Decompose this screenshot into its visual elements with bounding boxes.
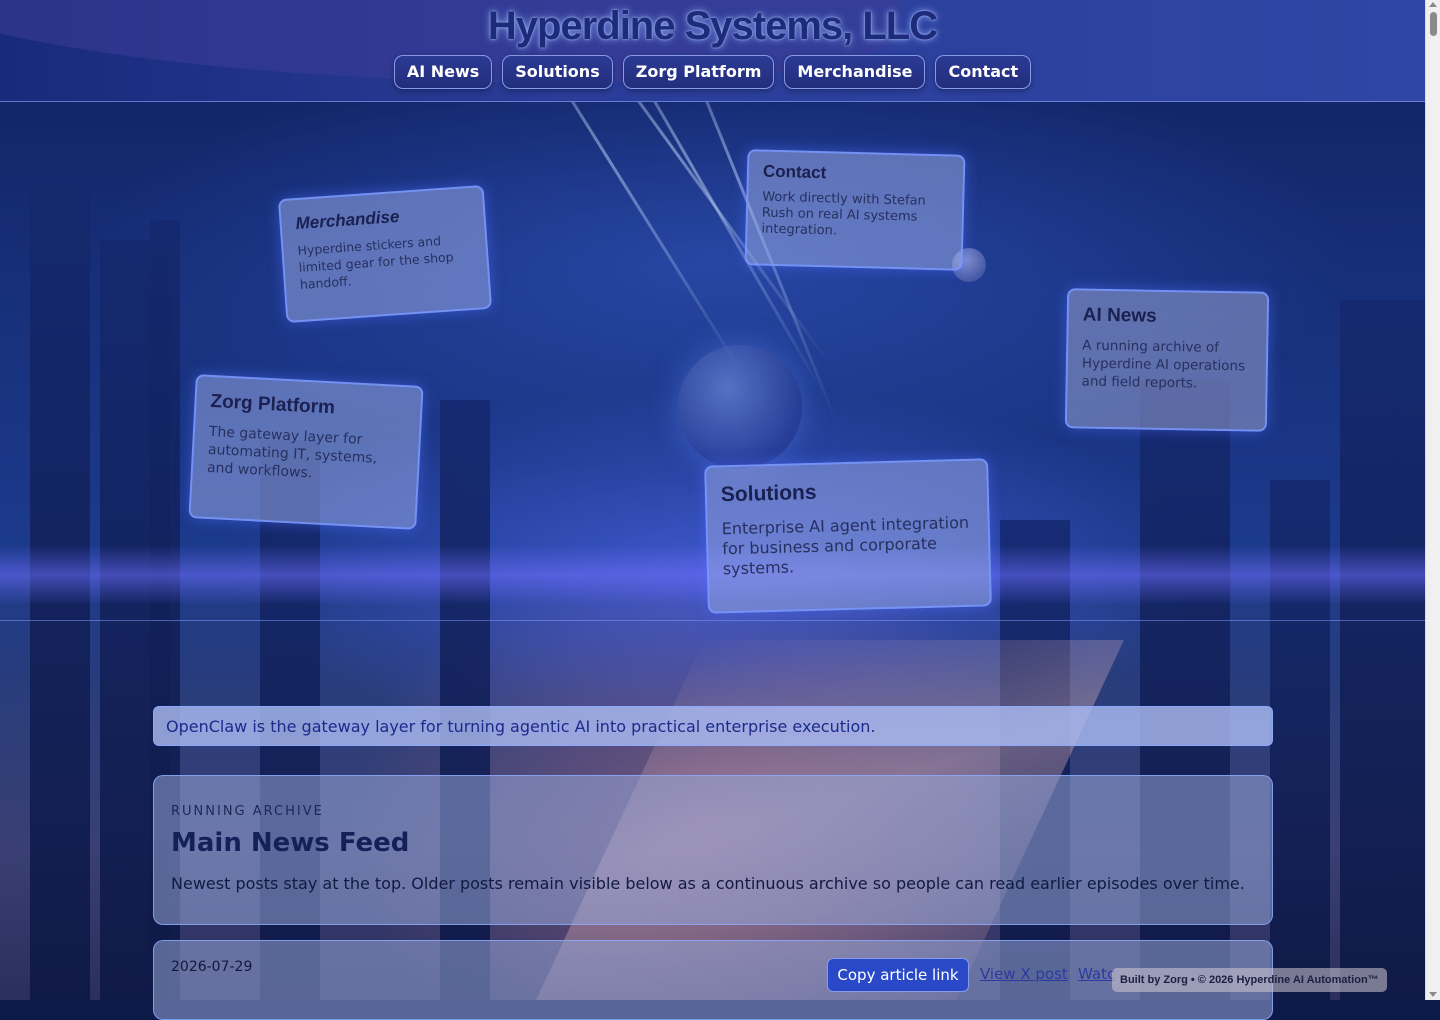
hero-card-contact[interactable]: Contact Work directly with Stefan Rush o… <box>744 149 966 271</box>
site-title[interactable]: Hyperdine Systems, LLC <box>0 4 1425 49</box>
hero-card-title: AI News <box>1082 304 1157 327</box>
hero-card-title: Contact <box>762 161 827 183</box>
watch-link[interactable]: Watc <box>1078 965 1115 983</box>
nav-merchandise[interactable]: Merchandise <box>784 55 926 89</box>
section-title: Main News Feed <box>171 828 410 858</box>
skyline-building <box>1340 300 1425 1000</box>
nav-ai-news[interactable]: AI News <box>393 55 493 89</box>
built-by-badge: Built by Zorg • © 2026 Hyperdine AI Auto… <box>1112 968 1387 992</box>
planet-graphic <box>678 345 802 469</box>
nav-zorg-platform[interactable]: Zorg Platform <box>622 55 775 89</box>
hero-card-text: Hyperdine stickers and limited gear for … <box>297 233 455 292</box>
hero-divider <box>0 620 1425 621</box>
hero-card-text: The gateway layer for automating IT, sys… <box>206 423 378 482</box>
post-date: 2026-07-29 <box>171 959 253 975</box>
hero-card-ai-news[interactable]: AI News A running archive of Hyperdine A… <box>1064 288 1270 432</box>
scroll-thumb[interactable] <box>1430 12 1437 36</box>
news-feed-header: RUNNING ARCHIVE Main News Feed Newest po… <box>153 775 1273 925</box>
nav-contact[interactable]: Contact <box>935 55 1032 89</box>
section-description: Newest posts stay at the top. Older post… <box>171 874 1245 893</box>
scroll-down-arrow-icon[interactable] <box>1429 992 1437 997</box>
hero-card-zorg-platform[interactable]: Zorg Platform The gateway layer for auto… <box>188 374 424 530</box>
hero-card-title: Zorg Platform <box>209 390 336 419</box>
view-x-post-link[interactable]: View X post <box>980 965 1068 983</box>
nav-solutions[interactable]: Solutions <box>502 55 613 89</box>
copy-article-link-button[interactable]: Copy article link <box>827 958 969 992</box>
hero-card-text: Work directly with Stefan Rush on real A… <box>761 189 926 239</box>
section-eyebrow: RUNNING ARCHIVE <box>171 804 324 819</box>
scroll-up-arrow-icon[interactable] <box>1429 2 1437 7</box>
news-post-card: 2026-07-29 Copy article link View X post… <box>153 940 1273 1020</box>
site-header: Hyperdine Systems, LLC AI News Solutions… <box>0 0 1425 102</box>
hero-card-title: Solutions <box>720 480 817 507</box>
hero-card-title: Merchandise <box>295 206 401 234</box>
hero-card-merchandise[interactable]: Merchandise Hyperdine stickers and limit… <box>277 184 493 324</box>
main-nav: AI News Solutions Zorg Platform Merchand… <box>0 55 1425 89</box>
hero-card-text: Enterprise AI agent integration for busi… <box>721 512 970 579</box>
hero-card-text: A running archive of Hyperdine AI operat… <box>1081 337 1246 392</box>
hero-card-solutions[interactable]: Solutions Enterprise AI agent integratio… <box>704 458 992 614</box>
page-scrollbar[interactable] <box>1425 0 1440 1000</box>
tagline-banner: OpenClaw is the gateway layer for turnin… <box>153 706 1273 746</box>
